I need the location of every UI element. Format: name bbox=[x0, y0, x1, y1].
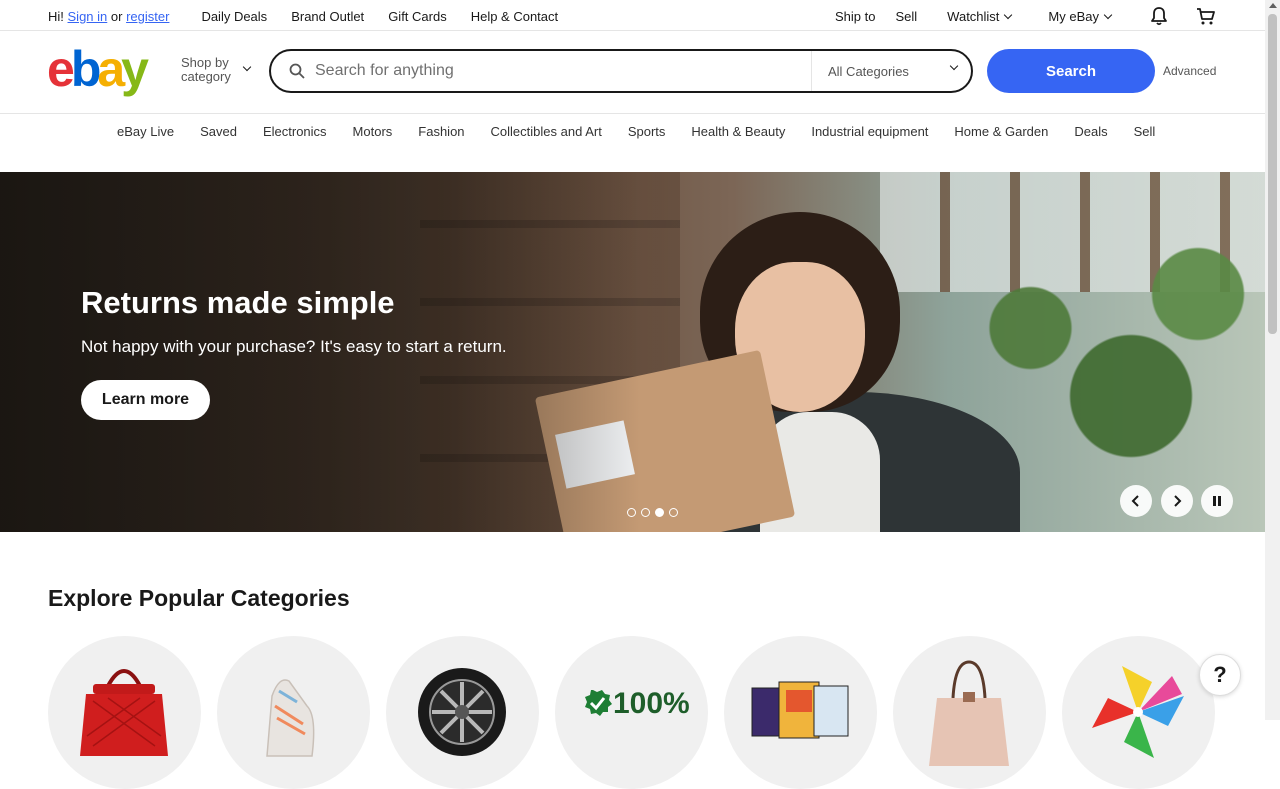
pinwheel-icon bbox=[1092, 666, 1184, 758]
gift-cards-link[interactable]: Gift Cards bbox=[388, 9, 447, 24]
topbar-right: Ship to Sell Watchlist My eBay bbox=[835, 9, 1131, 24]
nav-item-ebay-live[interactable]: eBay Live bbox=[117, 124, 174, 139]
brand-outlet-link[interactable]: Brand Outlet bbox=[291, 9, 364, 24]
cart-icon[interactable] bbox=[1196, 6, 1216, 26]
scrollbar-thumb[interactable] bbox=[1268, 14, 1277, 334]
nav-item-motors[interactable]: Motors bbox=[353, 124, 393, 139]
topbar-left: Hi! Sign in or register Daily Deals Bran… bbox=[48, 9, 582, 24]
learn-more-button[interactable]: Learn more bbox=[81, 380, 210, 420]
category-carousel: 100% bbox=[48, 636, 1231, 789]
category-tile-wheels[interactable] bbox=[386, 636, 539, 789]
shop-by-line1: Shop by bbox=[181, 55, 229, 70]
explore-section-title: Explore Popular Categories bbox=[48, 585, 350, 611]
nav-item-health-beauty[interactable]: Health & Beauty bbox=[691, 124, 785, 139]
header: ebay Shop by category All Categories Sea… bbox=[0, 31, 1265, 114]
or-text: or bbox=[110, 9, 123, 24]
category-select[interactable]: All Categories bbox=[811, 51, 971, 91]
page-scrollbar[interactable] bbox=[1265, 0, 1280, 720]
greeting-text: Hi! bbox=[48, 9, 64, 24]
advanced-search-link[interactable]: Advanced bbox=[1163, 64, 1216, 78]
carousel-dot-active[interactable] bbox=[655, 508, 664, 517]
nav-item-fashion[interactable]: Fashion bbox=[418, 124, 464, 139]
nav-item-electronics[interactable]: Electronics bbox=[263, 124, 327, 139]
nav-item-industrial[interactable]: Industrial equipment bbox=[811, 124, 928, 139]
category-tile-refurbished[interactable]: 100% bbox=[555, 636, 708, 789]
my-ebay-dropdown[interactable]: My eBay bbox=[1048, 9, 1113, 24]
category-tile-trading-cards[interactable] bbox=[724, 636, 877, 789]
register-link[interactable]: register bbox=[126, 9, 169, 24]
help-button[interactable]: ? bbox=[1199, 654, 1241, 696]
watchlist-label: Watchlist bbox=[947, 9, 1000, 24]
search-input[interactable] bbox=[315, 57, 805, 85]
search-bar: All Categories bbox=[269, 49, 973, 93]
category-tile-bags[interactable] bbox=[893, 636, 1046, 789]
hero-subtitle: Not happy with your purchase? It's easy … bbox=[81, 337, 507, 356]
carousel-dots bbox=[627, 508, 683, 517]
chevron-right-icon bbox=[1174, 495, 1182, 507]
trading-cards-icon bbox=[751, 681, 849, 739]
nav-item-deals[interactable]: Deals bbox=[1074, 124, 1107, 139]
nav-item-sell[interactable]: Sell bbox=[1134, 124, 1156, 139]
category-nav: eBay Live Saved Electronics Motors Fashi… bbox=[0, 114, 1265, 150]
carousel-dot[interactable] bbox=[627, 508, 636, 517]
category-tile-sneakers[interactable] bbox=[217, 636, 370, 789]
shop-by-category-button[interactable]: Shop by category bbox=[181, 56, 231, 84]
nav-item-sports[interactable]: Sports bbox=[628, 124, 666, 139]
tote-bag-icon bbox=[929, 660, 1009, 766]
sneaker-icon bbox=[266, 679, 315, 757]
nav-item-collectibles[interactable]: Collectibles and Art bbox=[491, 124, 602, 139]
shop-by-line2: category bbox=[181, 69, 231, 84]
ebay-logo[interactable]: ebay bbox=[47, 39, 149, 99]
search-icon bbox=[289, 63, 305, 79]
chevron-left-icon bbox=[1131, 495, 1139, 507]
search-button[interactable]: Search bbox=[987, 49, 1155, 93]
pause-icon bbox=[1213, 496, 1221, 506]
my-ebay-label: My eBay bbox=[1048, 9, 1099, 24]
chevron-down-icon bbox=[1103, 10, 1113, 20]
sign-in-link[interactable]: Sign in bbox=[68, 9, 108, 24]
carousel-prev-button[interactable] bbox=[1120, 485, 1152, 517]
handbag-icon bbox=[80, 669, 168, 756]
category-tile-toys[interactable] bbox=[1062, 636, 1215, 789]
carousel-pause-button[interactable] bbox=[1201, 485, 1233, 517]
sell-link[interactable]: Sell bbox=[895, 9, 917, 24]
ship-to-link[interactable]: Ship to bbox=[835, 9, 875, 24]
daily-deals-link[interactable]: Daily Deals bbox=[201, 9, 267, 24]
category-select-value: All Categories bbox=[828, 64, 909, 79]
carousel-dot[interactable] bbox=[669, 508, 678, 517]
chevron-down-icon bbox=[242, 62, 252, 72]
top-utility-bar: Hi! Sign in or register Daily Deals Bran… bbox=[0, 0, 1265, 31]
nav-item-saved[interactable]: Saved bbox=[200, 124, 237, 139]
nav-item-home-garden[interactable]: Home & Garden bbox=[954, 124, 1048, 139]
notification-bell-icon[interactable] bbox=[1150, 6, 1168, 26]
watchlist-dropdown[interactable]: Watchlist bbox=[947, 9, 1013, 24]
badge-100-percent: 100% bbox=[613, 687, 690, 720]
wheel-icon bbox=[418, 668, 506, 756]
category-tile-handbags[interactable] bbox=[48, 636, 201, 789]
scroll-up-arrow-icon[interactable] bbox=[1268, 3, 1277, 8]
carousel-next-button[interactable] bbox=[1161, 485, 1193, 517]
chevron-down-icon bbox=[1004, 10, 1013, 20]
hero-banner: Returns made simple Not happy with your … bbox=[0, 172, 1265, 532]
greeting: Hi! Sign in or register bbox=[48, 9, 169, 24]
carousel-dot[interactable] bbox=[641, 508, 650, 517]
help-contact-link[interactable]: Help & Contact bbox=[471, 9, 558, 24]
hero-title: Returns made simple bbox=[81, 285, 395, 320]
chevron-down-icon bbox=[949, 61, 959, 71]
